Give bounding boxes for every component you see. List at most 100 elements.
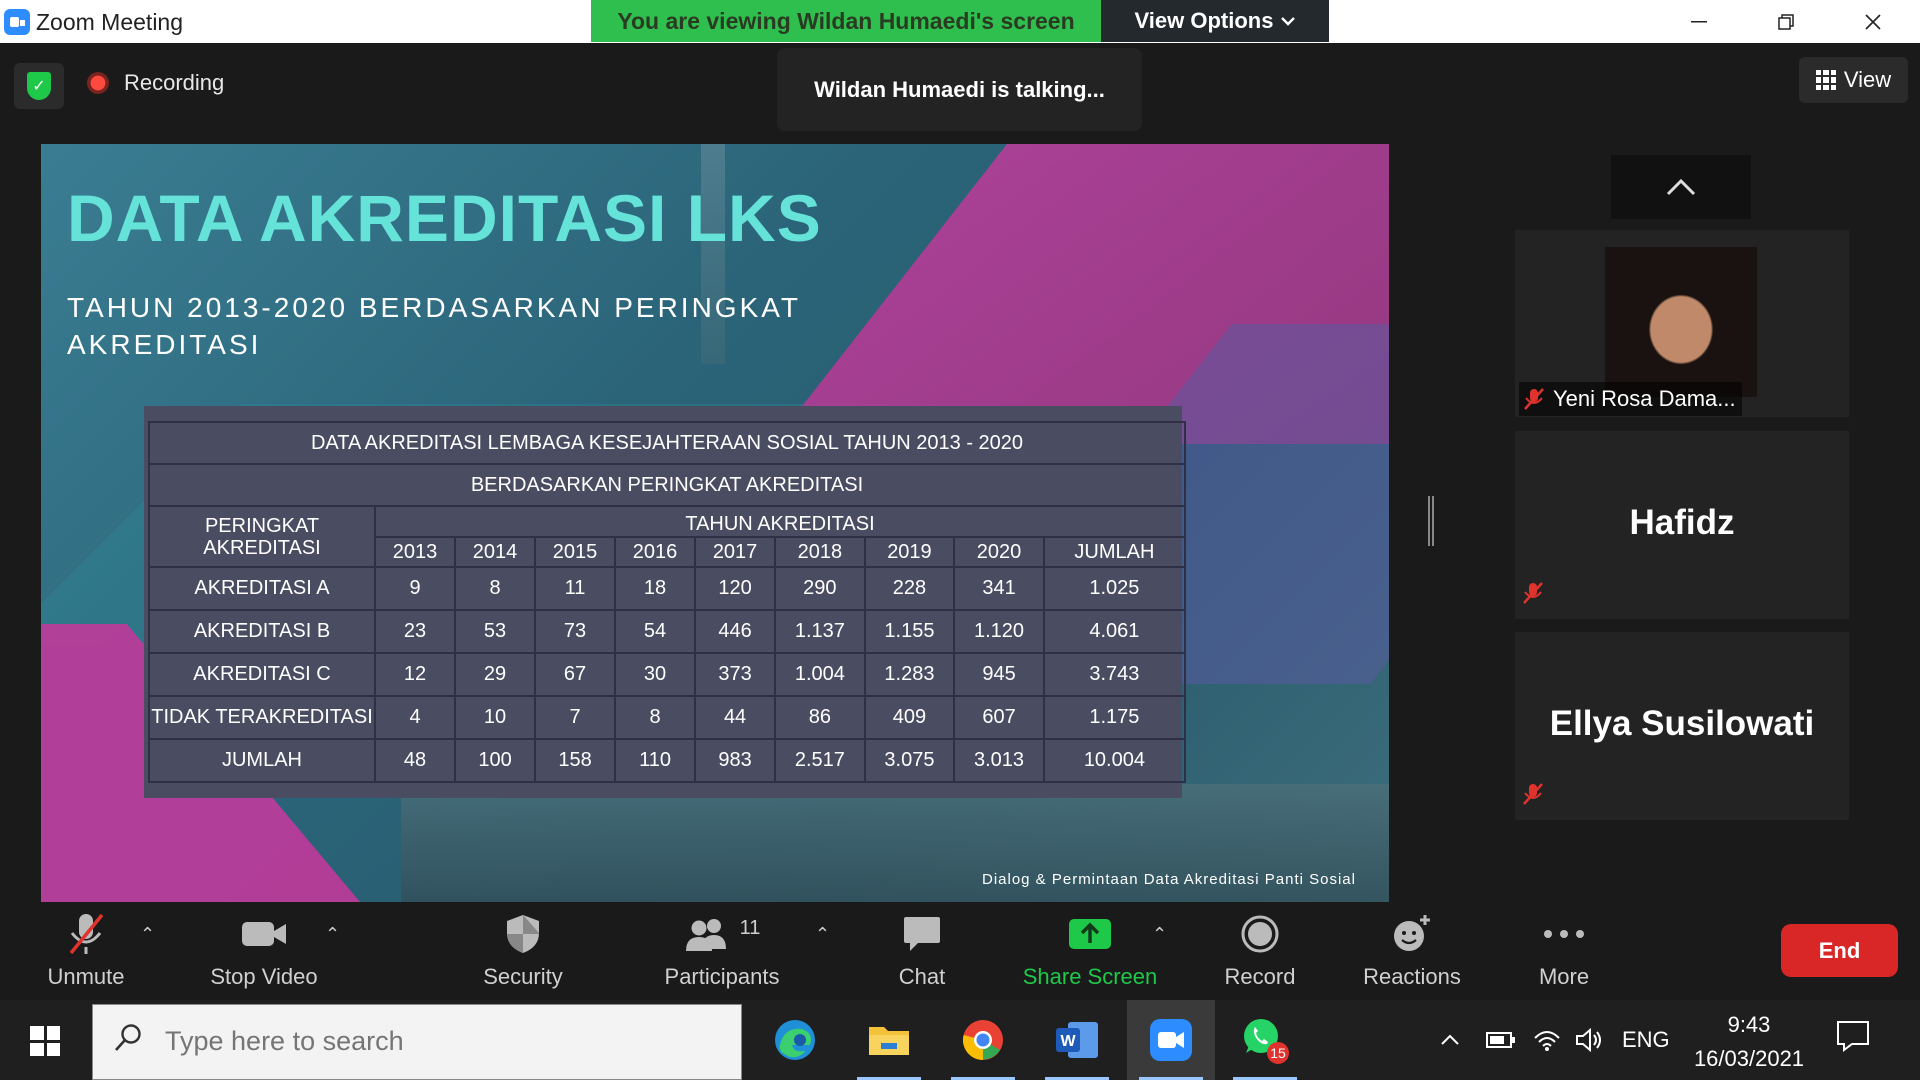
wifi-icon: [1534, 1031, 1560, 1051]
chrome-icon: [962, 1020, 1003, 1060]
screen-share-banner: You are viewing Wildan Humaedi's screen: [591, 0, 1101, 42]
whatsapp-icon: 15: [1244, 1019, 1289, 1064]
meeting-toolbar: Unmute ⌃ Stop Video ⌃ Security 11 Partic…: [0, 904, 1920, 1000]
whatsapp-app-button[interactable]: 15: [1221, 1000, 1309, 1080]
table-cell: 446: [694, 609, 777, 654]
chrome-app-button[interactable]: [939, 1000, 1027, 1080]
record-label: Record: [1224, 964, 1296, 989]
participant-tile[interactable]: Yeni Rosa Dama...: [1515, 230, 1849, 417]
participants-icon: [685, 919, 726, 951]
participant-tile[interactable]: Ellya Susilowati: [1515, 632, 1849, 820]
reactions-button[interactable]: Reactions: [1360, 904, 1464, 1000]
taskbar-search-box[interactable]: [92, 1004, 742, 1080]
svg-text:W: W: [1060, 1033, 1076, 1050]
zoom-window: Zoom Meeting You are viewing Wildan Huma…: [0, 0, 1920, 1080]
more-button[interactable]: More: [1532, 904, 1596, 1000]
share-screen-button[interactable]: Share Screen: [1020, 904, 1160, 1000]
stop-video-button[interactable]: Stop Video: [200, 904, 328, 1000]
encryption-shield-button[interactable]: ✓: [14, 63, 64, 109]
view-label: View: [1843, 67, 1892, 92]
slide-subtitle: TAHUN 2013-2020 BERDASARKAN PERINGKAT AK…: [67, 292, 801, 360]
word-app-button[interactable]: W: [1033, 1000, 1121, 1080]
muted-mic-icon: [1524, 388, 1544, 410]
table-cell: 48: [373, 738, 457, 783]
table-cell: 1.120: [953, 609, 1045, 654]
wifi-button[interactable]: [1533, 1000, 1561, 1080]
view-options-button[interactable]: View Options: [1101, 0, 1329, 42]
restore-button[interactable]: [1743, 0, 1829, 43]
share-options-caret[interactable]: ⌃: [1152, 924, 1167, 945]
view-layout-button[interactable]: View: [1799, 57, 1908, 103]
table-cell: 67: [534, 652, 617, 697]
table-cell: 8: [614, 695, 697, 740]
year-cell: 2015: [534, 536, 617, 568]
zoom-icon: [1150, 1019, 1192, 1061]
table-cell: 373: [694, 652, 777, 697]
notification-center-button[interactable]: [1836, 1020, 1878, 1060]
table-row: AKREDITASI C 12 29 67 30 373 1.004 1.283 945 3.74…: [148, 652, 1187, 697]
row-label: TIDAK TERAKREDITASI: [148, 695, 376, 740]
windows-start-icon[interactable]: [30, 1026, 60, 1056]
taskbar-clock[interactable]: 9:43 16/03/2021: [1684, 1008, 1814, 1076]
chevron-up-icon: [1441, 1034, 1459, 1045]
participant-tile[interactable]: Hafidz: [1515, 431, 1849, 619]
volume-icon: [1576, 1027, 1601, 1053]
row-label: AKREDITASI B: [148, 609, 376, 654]
participants-label: Participants: [664, 964, 780, 989]
table-cell: 44: [694, 695, 777, 740]
search-input[interactable]: [165, 1021, 725, 1061]
panel-resize-handle[interactable]: [1428, 496, 1434, 546]
chat-button[interactable]: Chat: [887, 904, 957, 1000]
volume-button[interactable]: [1575, 1000, 1605, 1080]
table-cell: 110: [614, 738, 697, 783]
table-cell: 8: [454, 566, 537, 611]
stop-video-label: Stop Video: [210, 964, 318, 989]
grid-view-icon: [1815, 70, 1836, 90]
unmute-button[interactable]: Unmute: [40, 904, 132, 1000]
zoom-app-icon: [4, 9, 30, 35]
zoom-app-button[interactable]: [1127, 1000, 1215, 1080]
active-speaker-notice: Wildan Humaedi is talking...: [777, 48, 1142, 131]
participants-options-caret[interactable]: ⌃: [815, 924, 830, 945]
meeting-area: ✓ Recording Wildan Humaedi is talking...…: [0, 43, 1920, 904]
table-cell: 3.075: [863, 738, 956, 783]
tray-overflow-button[interactable]: [1440, 1000, 1460, 1080]
row-label: AKREDITASI A: [148, 566, 376, 611]
table-cell: 1.137: [774, 609, 866, 654]
minimize-button[interactable]: [1656, 0, 1742, 43]
notification-icon: [1837, 1021, 1869, 1052]
reactions-label: Reactions: [1363, 964, 1461, 989]
record-button[interactable]: Record: [1222, 904, 1298, 1000]
close-button[interactable]: [1830, 0, 1916, 43]
video-options-caret[interactable]: ⌃: [325, 924, 340, 945]
audio-options-caret[interactable]: ⌃: [140, 924, 155, 945]
table-subtitle-row: BERDASARKAN PERINGKAT AKREDITASI: [148, 463, 1186, 507]
chevron-up-icon: [1666, 178, 1696, 196]
table-cell: 29: [454, 652, 537, 697]
year-cell: 2017: [694, 536, 777, 568]
file-explorer-app-button[interactable]: [845, 1000, 933, 1080]
table-cell: 18: [614, 566, 697, 611]
word-icon: W: [1056, 1022, 1098, 1058]
row-label: AKREDITASI C: [148, 652, 376, 697]
year-cell: 2014: [454, 536, 537, 568]
end-meeting-button[interactable]: End: [1781, 924, 1898, 977]
chevron-down-icon: [1281, 17, 1296, 26]
table-row: AKREDITASI A 9 8 11 18 120 290 228 341 1.025: [148, 566, 1187, 611]
chat-label: Chat: [898, 964, 946, 989]
battery-button[interactable]: [1486, 1000, 1516, 1080]
whatsapp-badge: 15: [1270, 1045, 1286, 1061]
table-cell: 4: [373, 695, 457, 740]
edge-app-button[interactable]: [751, 1000, 839, 1080]
rank-header: PERINGKAT AKREDITASI: [148, 505, 376, 568]
participants-button[interactable]: 11 Participants: [656, 904, 788, 1000]
scroll-up-button[interactable]: [1611, 155, 1751, 219]
language-indicator[interactable]: ENG: [1622, 1000, 1670, 1080]
close-icon: [1865, 13, 1881, 30]
security-button[interactable]: Security: [470, 904, 576, 1000]
participant-video: [1605, 247, 1757, 397]
accreditation-table-panel: DATA AKREDITASI LEMBAGA KESEJAHTERAAN SO…: [144, 406, 1187, 798]
minimize-icon: [1691, 20, 1707, 22]
table-cell: 1.025: [1042, 566, 1187, 611]
row-label: JUMLAH: [148, 738, 376, 783]
